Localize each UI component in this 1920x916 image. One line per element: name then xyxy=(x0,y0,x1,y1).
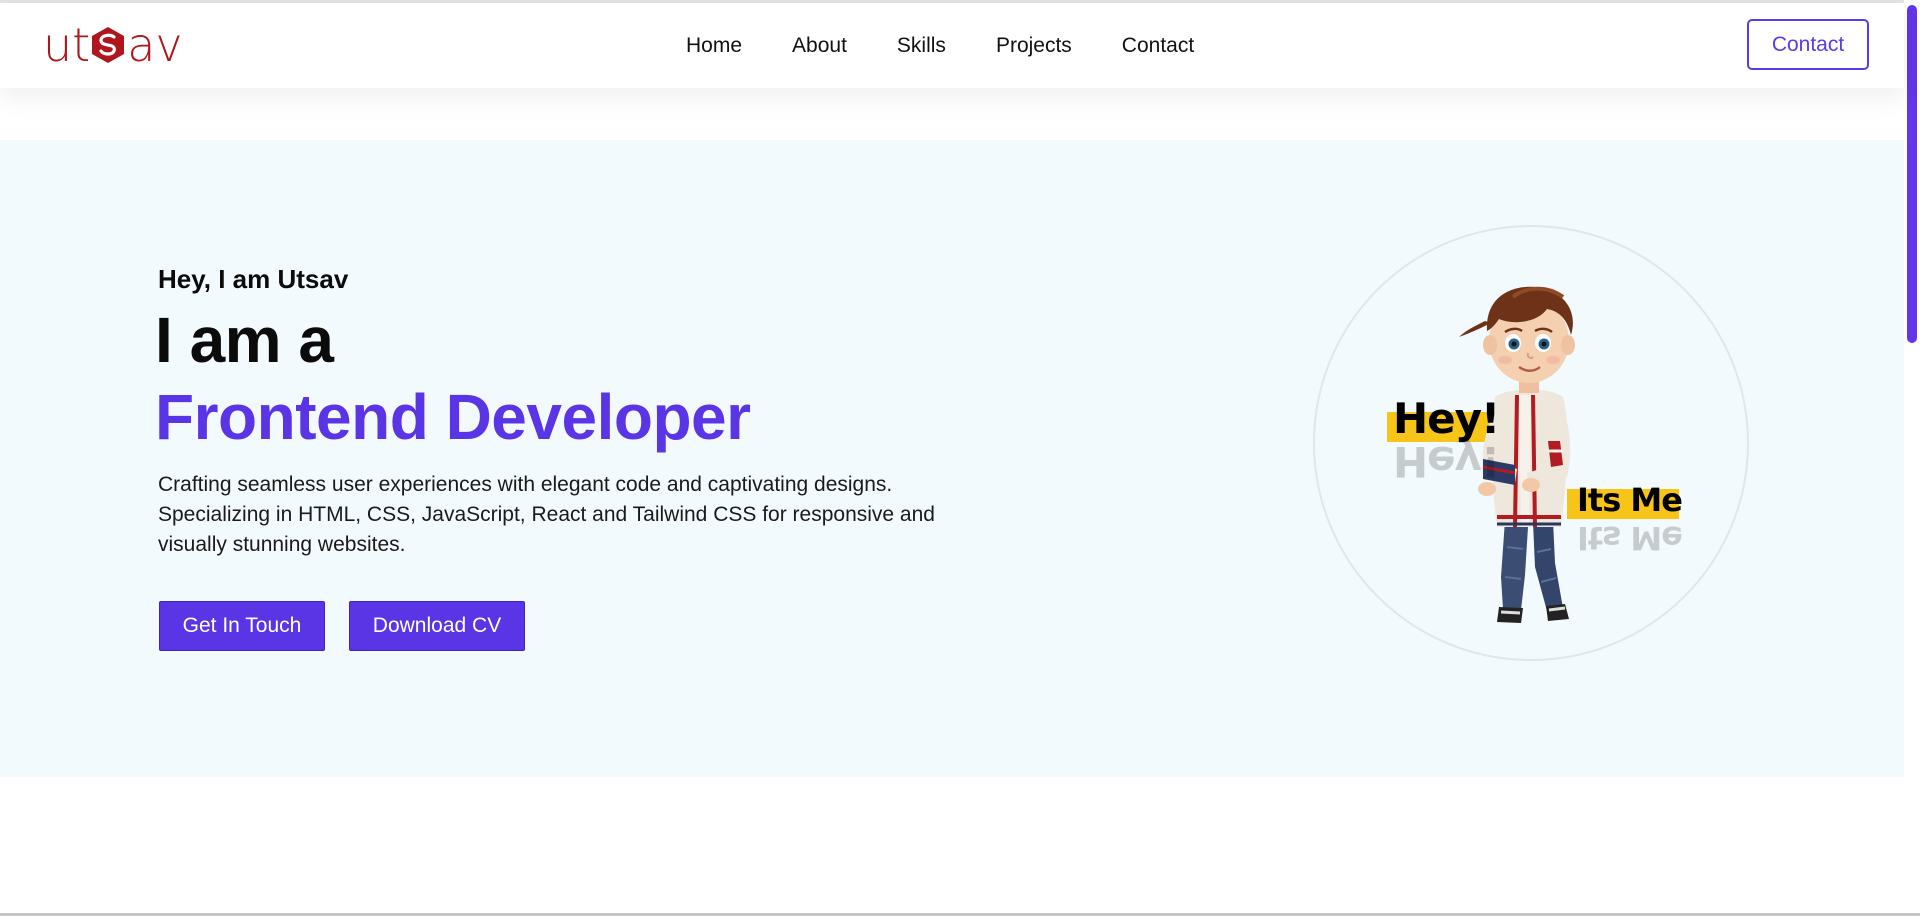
scrollbar-thumb[interactable] xyxy=(1907,5,1917,343)
nav-link-home[interactable]: Home xyxy=(686,34,742,58)
hero-description: Crafting seamless user experiences with … xyxy=(158,473,935,556)
avatar-illustration: Hey! Its Me Hey! Its Me xyxy=(1387,286,1683,623)
svg-text:Hey!: Hey! xyxy=(1393,437,1499,486)
contact-button[interactable]: Contact xyxy=(1747,19,1869,70)
hero-role: Frontend Developer xyxy=(155,381,751,453)
hero-section: Hey, I am Utsav I am a Frontend Develope… xyxy=(0,140,1904,777)
logo-text-start: ut xyxy=(43,18,91,72)
logo-mark-icon xyxy=(92,27,125,63)
avatar-caption-hey: Hey! xyxy=(1393,394,1499,443)
nav-link-projects[interactable]: Projects xyxy=(996,34,1072,58)
avatar-frame: Hey! Its Me Hey! Its Me xyxy=(1313,225,1749,661)
svg-text:Its Me: Its Me xyxy=(1577,519,1682,557)
main-nav: Home About Skills Projects Contact xyxy=(686,3,1194,88)
download-cv-button[interactable]: Download CV xyxy=(349,601,525,651)
page: ut av Home About Skills Projects Contact… xyxy=(0,0,1920,916)
nav-link-about[interactable]: About xyxy=(792,34,847,58)
get-in-touch-button[interactable]: Get In Touch xyxy=(159,601,325,651)
navbar: ut av Home About Skills Projects Contact… xyxy=(0,3,1904,88)
logo-text-end: av xyxy=(127,18,183,72)
hero-greeting: Hey, I am Utsav xyxy=(158,264,349,294)
hero-headline: I am a xyxy=(155,304,334,376)
avatar-caption-its-me: Its Me xyxy=(1577,481,1682,519)
nav-link-skills[interactable]: Skills xyxy=(897,34,946,58)
logo[interactable]: ut av xyxy=(43,19,183,71)
nav-link-contact[interactable]: Contact xyxy=(1122,34,1194,58)
